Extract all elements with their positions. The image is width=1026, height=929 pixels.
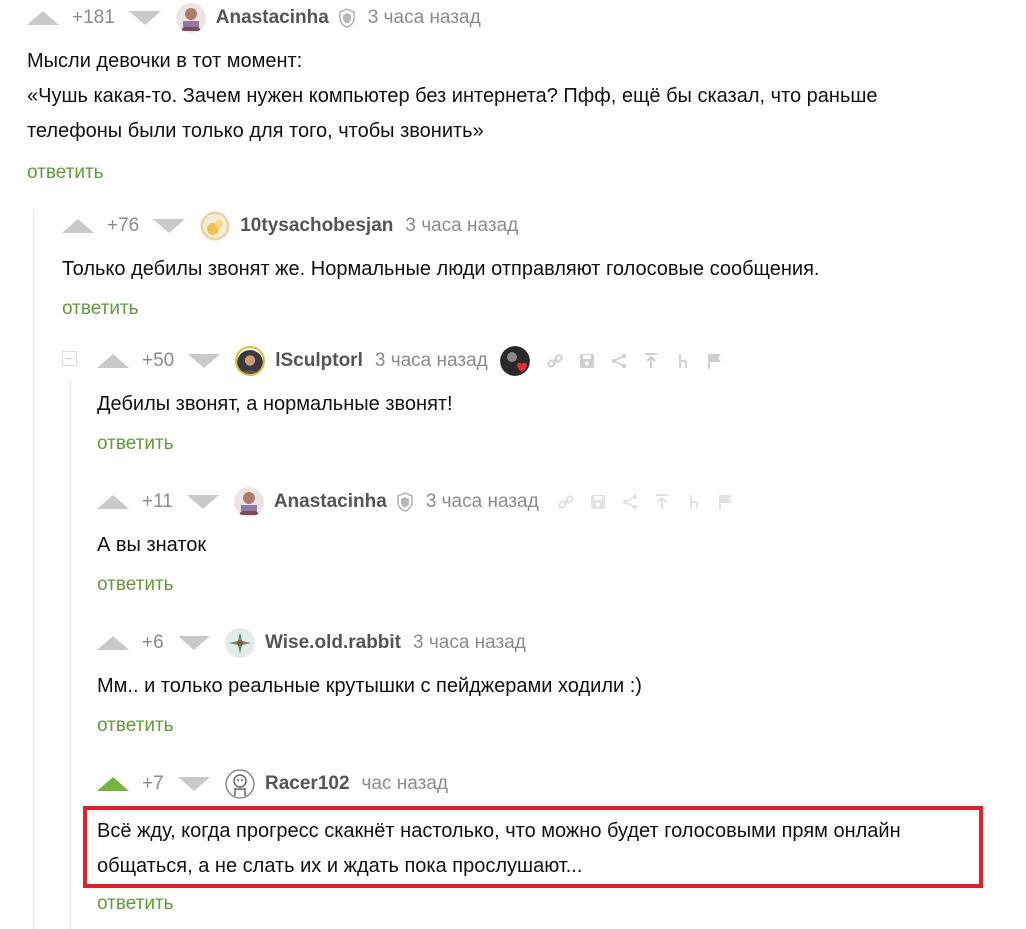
pin-top-icon[interactable] <box>653 493 671 511</box>
comment-text-line: Мысли девочки в тот момент: <box>27 50 303 72</box>
comment-score: +11 <box>142 491 173 512</box>
avatar[interactable] <box>225 769 255 799</box>
comment-score: +6 <box>142 632 164 653</box>
comment-tools <box>546 352 738 370</box>
tree-icon[interactable] <box>685 493 703 511</box>
comment-header: +7 Racer102 час назад <box>97 766 448 802</box>
comment-header: +6 Wise.old.rabbit 3 часа назад <box>97 625 526 661</box>
link-icon[interactable] <box>546 352 564 370</box>
comment-author[interactable]: Wise.old.rabbit <box>265 632 401 654</box>
report-flag-icon[interactable] <box>706 352 724 370</box>
comment-score: +7 <box>142 773 164 794</box>
report-flag-icon[interactable] <box>717 493 735 511</box>
badge-avatar <box>499 346 530 376</box>
comment-time: 3 часа назад <box>413 632 526 653</box>
comment-text: Только дебилы звонят же. Нормальные люди… <box>62 252 820 287</box>
reply-link[interactable]: ответить <box>62 298 139 320</box>
comment-text-line: Дебилы звонят, а нормальные звонят! <box>97 393 453 415</box>
link-icon[interactable] <box>557 493 575 511</box>
avatar[interactable] <box>200 211 231 241</box>
arrow-up-icon[interactable] <box>97 777 129 791</box>
comment-time: 3 часа назад <box>367 7 481 28</box>
arrow-up-icon[interactable] <box>62 219 94 233</box>
arrow-down-icon[interactable] <box>178 777 210 791</box>
tree-icon[interactable] <box>674 352 692 370</box>
highlight-frame <box>83 806 983 888</box>
thread-line <box>70 380 71 929</box>
comment-text: А вы знаток <box>97 528 206 563</box>
comment-text-line: Мм.. и только реальные крутышки с пейдже… <box>97 675 642 697</box>
arrow-down-icon[interactable] <box>153 219 186 233</box>
share-icon[interactable] <box>621 493 639 511</box>
reply-link[interactable]: ответить <box>27 162 104 184</box>
arrow-up-icon[interactable] <box>97 495 129 509</box>
arrow-up-icon[interactable] <box>97 636 129 650</box>
comment-text-line: телефоны были только для того, чтобы зво… <box>27 120 484 142</box>
comment-text: Дебилы звонят, а нормальные звонят! <box>97 387 453 422</box>
arrow-down-icon[interactable] <box>178 636 210 650</box>
comment-author[interactable]: lSculptorl <box>275 350 363 372</box>
comment-time: 3 часа назад <box>425 491 539 512</box>
avatar[interactable] <box>175 3 206 33</box>
comment-text-line: «Чушь какая-то. Зачем нужен компьютер бе… <box>27 85 878 107</box>
arrow-up-icon[interactable] <box>27 11 59 25</box>
pin-top-icon[interactable] <box>642 352 660 370</box>
comment-header: +181 Anastacinha 3 часа назад <box>27 0 481 36</box>
comment-header: +11 Anastacinha 3 часа назад <box>97 484 749 520</box>
comment-tools <box>557 493 749 511</box>
reply-link[interactable]: ответить <box>97 715 174 737</box>
comment-text: Мысли девочки в тот момент: «Чушь какая-… <box>27 44 878 149</box>
comment-score: +181 <box>72 7 115 28</box>
comment-text: Мм.. и только реальные крутышки с пейдже… <box>97 669 642 704</box>
share-icon[interactable] <box>610 352 628 370</box>
comment-score: +50 <box>142 350 175 371</box>
save-icon[interactable] <box>589 493 607 511</box>
comment-author[interactable]: 10tysachobesjan <box>240 215 393 237</box>
comment-header: +50 lSculptorl 3 часа назад <box>97 343 738 379</box>
avatar[interactable] <box>225 628 255 658</box>
arrow-up-icon[interactable] <box>97 354 129 368</box>
comment-text-line: А вы знаток <box>97 534 207 556</box>
comment-text-line: Только дебилы звонят же. Нормальные люди… <box>62 258 820 280</box>
reply-link[interactable]: ответить <box>97 574 174 596</box>
comment-score: +76 <box>107 215 140 236</box>
comment-author[interactable]: Anastacinha <box>216 7 329 29</box>
arrow-down-icon[interactable] <box>188 354 221 368</box>
arrow-down-icon[interactable] <box>128 11 161 25</box>
comment-header: +76 10tysachobesjan 3 часа назад <box>62 208 518 244</box>
save-icon[interactable] <box>578 352 596 370</box>
reply-link[interactable]: ответить <box>97 433 174 455</box>
reply-link[interactable]: ответить <box>97 893 174 915</box>
collapse-thread-button[interactable] <box>62 351 77 366</box>
avatar[interactable] <box>233 487 264 517</box>
comment-time: 3 часа назад <box>374 350 488 371</box>
comment-author[interactable]: Anastacinha <box>274 491 387 513</box>
shield-icon <box>338 8 355 28</box>
avatar[interactable] <box>235 346 266 376</box>
thread-line <box>33 210 34 929</box>
comment-author[interactable]: Racer102 <box>265 773 350 795</box>
arrow-down-icon[interactable] <box>186 495 219 509</box>
comment-time: час назад <box>361 773 448 794</box>
shield-icon <box>397 492 413 512</box>
comment-time: 3 часа назад <box>405 215 519 236</box>
